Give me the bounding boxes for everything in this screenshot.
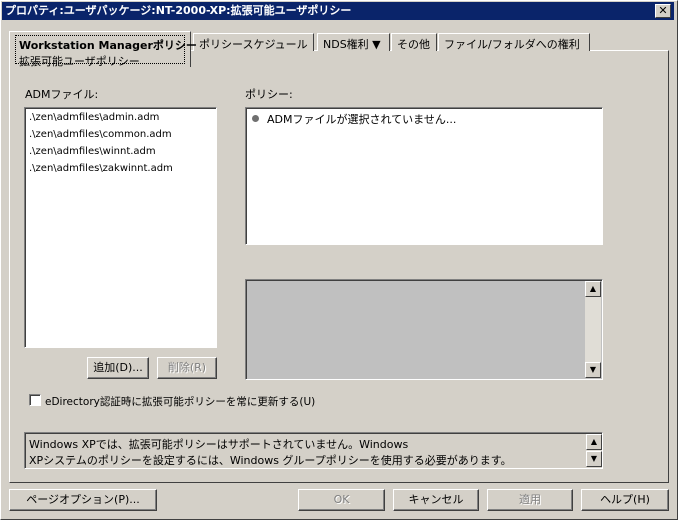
update-policy-label: eDirectory認証時に拡張可能ポリシーを常に更新する(U) bbox=[45, 396, 316, 408]
bullet-icon bbox=[252, 115, 259, 122]
policy-tree[interactable]: ADMファイルが選択されていません... bbox=[245, 107, 603, 245]
scroll-down-icon[interactable]: ▼ bbox=[585, 362, 601, 378]
scroll-up-icon[interactable]: ▲ bbox=[585, 281, 601, 297]
policy-item[interactable]: ADMファイルが選択されていません... bbox=[267, 111, 456, 127]
list-item[interactable]: .\zen\admfiles\winnt.adm bbox=[29, 146, 156, 157]
apply-button[interactable]: 適用 bbox=[487, 489, 573, 511]
adm-files-label: ADMファイル: bbox=[25, 88, 99, 101]
tab-sublabel: 拡張可能ユーザポリシー bbox=[19, 55, 140, 68]
title-bar: プロパティ:ユーザパッケージ:NT-2000-XP:拡張可能ユーザポリシー bbox=[2, 2, 674, 20]
scroll-down-icon[interactable]: ▼ bbox=[586, 451, 602, 467]
cancel-button[interactable]: キャンセル bbox=[393, 489, 479, 511]
page-options-button[interactable]: ページオプション(P)... bbox=[9, 489, 157, 511]
list-item[interactable]: .\zen\admfiles\zakwinnt.adm bbox=[29, 163, 173, 174]
remove-button[interactable]: 削除(R) bbox=[157, 357, 217, 379]
details-scrollbar[interactable]: ▲ ▼ bbox=[585, 281, 601, 378]
tab-nds-rights[interactable]: NDS権利 ▼ bbox=[317, 33, 390, 51]
info-text-box: Windows XPでは、拡張可能ポリシーはサポートされていません。Window… bbox=[24, 432, 603, 469]
tab-policy-schedule[interactable]: ポリシースケジュール bbox=[193, 33, 314, 51]
list-item[interactable]: .\zen\admfiles\common.adm bbox=[29, 129, 172, 140]
info-line-2: XPシステムのポリシーを設定するには、Windows グループポリシーを使用する… bbox=[29, 454, 512, 467]
add-button[interactable]: 追加(D)... bbox=[87, 357, 149, 379]
list-item[interactable]: .\zen\admfiles\admin.adm bbox=[29, 112, 159, 123]
help-button[interactable]: ヘルプ(H) bbox=[581, 489, 669, 511]
ok-button[interactable]: OK bbox=[298, 489, 385, 511]
update-policy-checkbox[interactable] bbox=[29, 394, 41, 406]
adm-file-list[interactable]: .\zen\admfiles\admin.adm .\zen\admfiles\… bbox=[24, 107, 217, 348]
scroll-up-icon[interactable]: ▲ bbox=[586, 434, 602, 450]
policy-label: ポリシー: bbox=[245, 88, 293, 101]
info-scrollbar[interactable]: ▲ ▼ bbox=[586, 434, 602, 467]
tab-other[interactable]: その他 bbox=[391, 33, 437, 51]
tab-workstation-manager[interactable]: Workstation Managerポリシー 拡張可能ユーザポリシー bbox=[9, 31, 197, 68]
close-button[interactable]: ✕ bbox=[655, 4, 671, 18]
tab-label: Workstation Managerポリシー bbox=[19, 39, 197, 52]
info-line-1: Windows XPでは、拡張可能ポリシーはサポートされていません。Window… bbox=[29, 438, 409, 451]
policy-details-pane: ▲ ▼ bbox=[245, 279, 603, 380]
tab-file-folder-rights[interactable]: ファイル/フォルダへの権利 bbox=[438, 33, 590, 51]
